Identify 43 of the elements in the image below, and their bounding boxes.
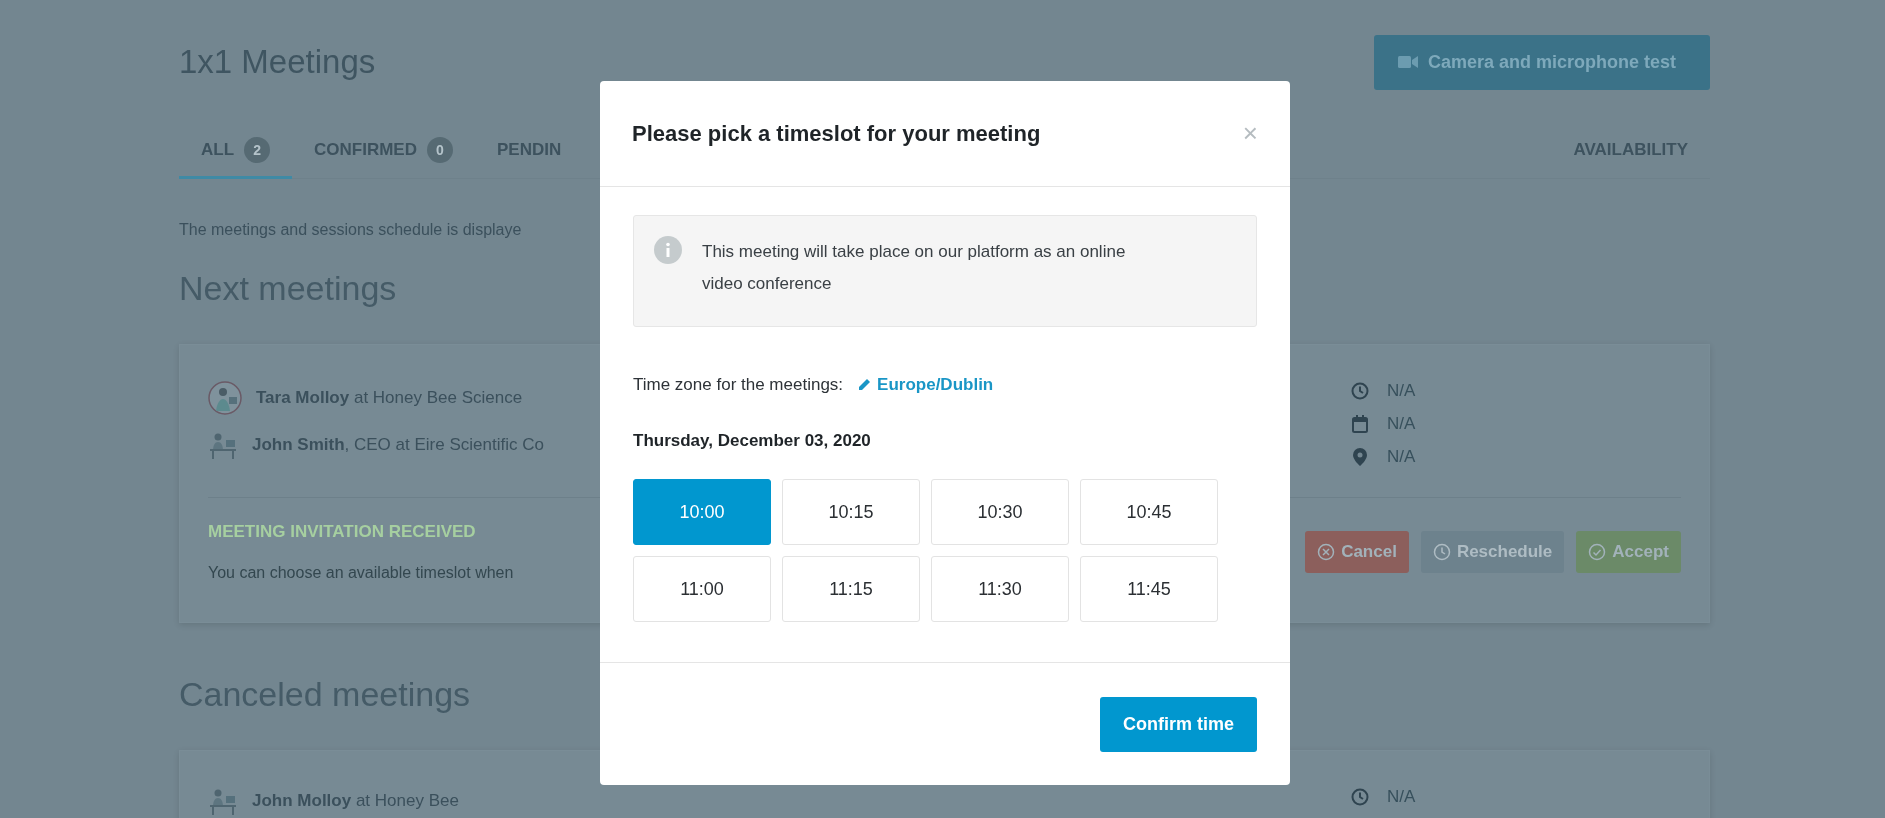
participant-name: Tara Molloy at Honey Bee Science xyxy=(256,388,523,408)
timeslot-button[interactable]: 10:45 xyxy=(1080,479,1218,545)
date-value: N/A xyxy=(1387,414,1416,434)
location-value: N/A xyxy=(1387,447,1416,467)
video-camera-icon xyxy=(1397,55,1418,69)
timeslot-button[interactable]: 11:15 xyxy=(782,556,920,622)
schedule-notice: The meetings and sessions schedule is displaye xyxy=(179,221,523,239)
calendar-icon xyxy=(1352,415,1368,433)
map-pin-icon xyxy=(1353,448,1367,466)
timezone-link[interactable]: Europe/Dublin xyxy=(857,375,994,395)
count-badge: 0 xyxy=(427,137,453,163)
dialog-title: Please pick a timeslot for your meeting xyxy=(632,120,1041,147)
x-circle-icon xyxy=(1317,543,1336,561)
participant-name: John Molloy at Honey Bee xyxy=(252,791,459,811)
accept-button[interactable]: Accept xyxy=(1576,531,1681,573)
person-at-desk-icon xyxy=(208,431,238,459)
timeslot-button[interactable]: 11:00 xyxy=(633,556,771,622)
timeslot-button[interactable]: 10:30 xyxy=(931,479,1069,545)
info-icon xyxy=(654,236,682,264)
pencil-icon xyxy=(857,378,872,392)
info-text: This meeting will take place on our platform as an online video conference xyxy=(702,241,1127,295)
time-value: N/A xyxy=(1387,787,1416,807)
confirm-button[interactable]: Confirm time xyxy=(1100,696,1257,752)
date-heading: Thursday, December 03, 2020 xyxy=(633,431,872,451)
count-badge: 2 xyxy=(244,137,271,163)
clock-icon xyxy=(1351,788,1369,806)
check-circle-icon xyxy=(1588,543,1607,561)
person-at-desk-icon xyxy=(208,787,238,815)
status-message: You can choose an available timeslot when xyxy=(208,564,515,582)
close-button[interactable]: × xyxy=(1242,118,1258,149)
avatar-icon xyxy=(208,381,242,415)
cancel-button[interactable]: Cancel xyxy=(1305,531,1409,573)
timezone-label: Time zone for the meetings: xyxy=(633,375,844,395)
clock-icon xyxy=(1351,382,1369,400)
timeslot-button[interactable]: 10:00 xyxy=(633,479,771,545)
status-label: MEETING INVITATION RECEIVED xyxy=(208,522,477,542)
timeslot-button[interactable]: 11:45 xyxy=(1080,556,1218,622)
timeslot-button[interactable]: 10:15 xyxy=(782,479,920,545)
time-value: N/A xyxy=(1387,381,1416,401)
clock-icon xyxy=(1432,543,1451,561)
participant-name: John Smith, CEO at Eire Scientific Co xyxy=(252,435,544,455)
timeslot-button[interactable]: 11:30 xyxy=(931,556,1069,622)
camera-test-button[interactable]: Camera and microphone test xyxy=(1373,34,1710,90)
